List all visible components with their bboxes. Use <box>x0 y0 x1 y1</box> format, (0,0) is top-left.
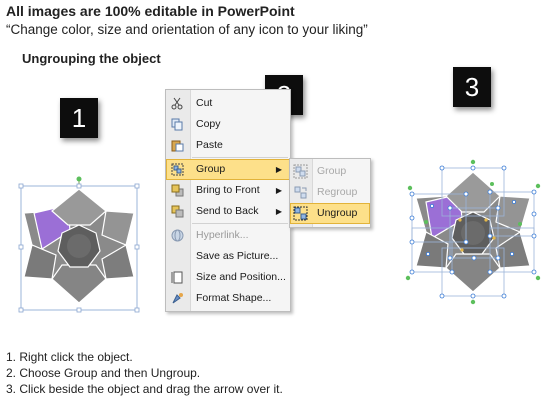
menu-item-group[interactable]: Group ▶ <box>166 159 290 180</box>
menu-item-label: Hyperlink... <box>196 229 249 241</box>
menu-item-label: Send to Back <box>196 205 259 217</box>
step-1-badge: 1 <box>60 98 98 138</box>
submenu-arrow-icon: ▶ <box>275 207 282 216</box>
menu-item-format-shape[interactable]: Format Shape... <box>166 288 290 309</box>
format-shape-icon <box>172 293 183 304</box>
menu-item-size-and-position[interactable]: Size and Position... <box>166 267 290 288</box>
submenu-item-group: Group <box>290 161 370 182</box>
menu-item-label: Cut <box>196 97 213 109</box>
rotate-handle[interactable] <box>76 176 82 182</box>
menu-item-label: Copy <box>196 118 221 130</box>
instruction-item: 3. Click beside the object and drag the … <box>6 382 283 396</box>
bring-front-icon <box>171 184 184 197</box>
menu-item-paste[interactable]: Paste <box>166 135 290 156</box>
instruction-item: 2. Choose Group and then Ungroup. <box>6 366 201 380</box>
menu-item-hyperlink: Hyperlink... <box>166 225 290 246</box>
menu-item-cut[interactable]: Cut <box>166 93 290 114</box>
menu-item-label: Paste <box>196 139 223 151</box>
regroup-icon <box>294 186 307 199</box>
submenu-item-ungroup[interactable]: Ungroup <box>290 203 370 224</box>
menu-item-copy[interactable]: Copy <box>166 114 290 135</box>
submenu-item-label: Ungroup <box>317 207 358 219</box>
group-icon <box>293 164 308 179</box>
scissors-icon <box>171 97 183 110</box>
size-position-icon <box>171 271 183 284</box>
submenu-item-label: Regroup <box>317 186 358 198</box>
menu-item-label: Save as Picture... <box>196 250 279 262</box>
header-subtitle: “Change color, size and orientation of a… <box>6 22 368 37</box>
menu-item-bring-to-front[interactable]: Bring to Front ▶ <box>166 180 290 201</box>
menu-separator <box>192 157 288 158</box>
group-submenu: Group Regroup Ungroup <box>289 158 371 228</box>
header-title: All images are 100% editable in PowerPoi… <box>6 3 295 19</box>
menu-item-send-to-back[interactable]: Send to Back ▶ <box>166 201 290 222</box>
section-title: Ungrouping the object <box>22 51 161 66</box>
copy-icon <box>171 118 183 131</box>
context-menu: Cut Copy Paste Group ▶ Bring to Front ▶ … <box>165 89 291 312</box>
menu-separator <box>192 223 288 224</box>
group-icon <box>171 163 184 176</box>
step-3-badge: 3 <box>453 67 491 107</box>
menu-item-label: Size and Position... <box>196 271 286 283</box>
submenu-arrow-icon: ▶ <box>275 186 282 195</box>
instruction-item: 1. Right click the object. <box>6 350 133 364</box>
menu-item-label: Format Shape... <box>196 292 272 304</box>
submenu-item-label: Group <box>317 165 347 177</box>
menu-item-label: Group <box>196 163 226 175</box>
globe-icon <box>171 229 184 242</box>
send-back-icon <box>171 205 184 218</box>
menu-item-label: Bring to Front <box>196 184 260 196</box>
ungroup-icon <box>293 206 308 221</box>
submenu-item-regroup: Regroup <box>290 182 370 203</box>
paste-icon <box>171 140 184 152</box>
grouped-star-shape[interactable] <box>16 175 144 315</box>
instructions-list: 1. Right click the object. 2. Choose Gro… <box>6 349 283 397</box>
ungrouped-star-shape[interactable] <box>402 158 544 306</box>
submenu-arrow-icon: ▶ <box>275 165 282 174</box>
menu-item-save-as-picture[interactable]: Save as Picture... <box>166 246 290 267</box>
